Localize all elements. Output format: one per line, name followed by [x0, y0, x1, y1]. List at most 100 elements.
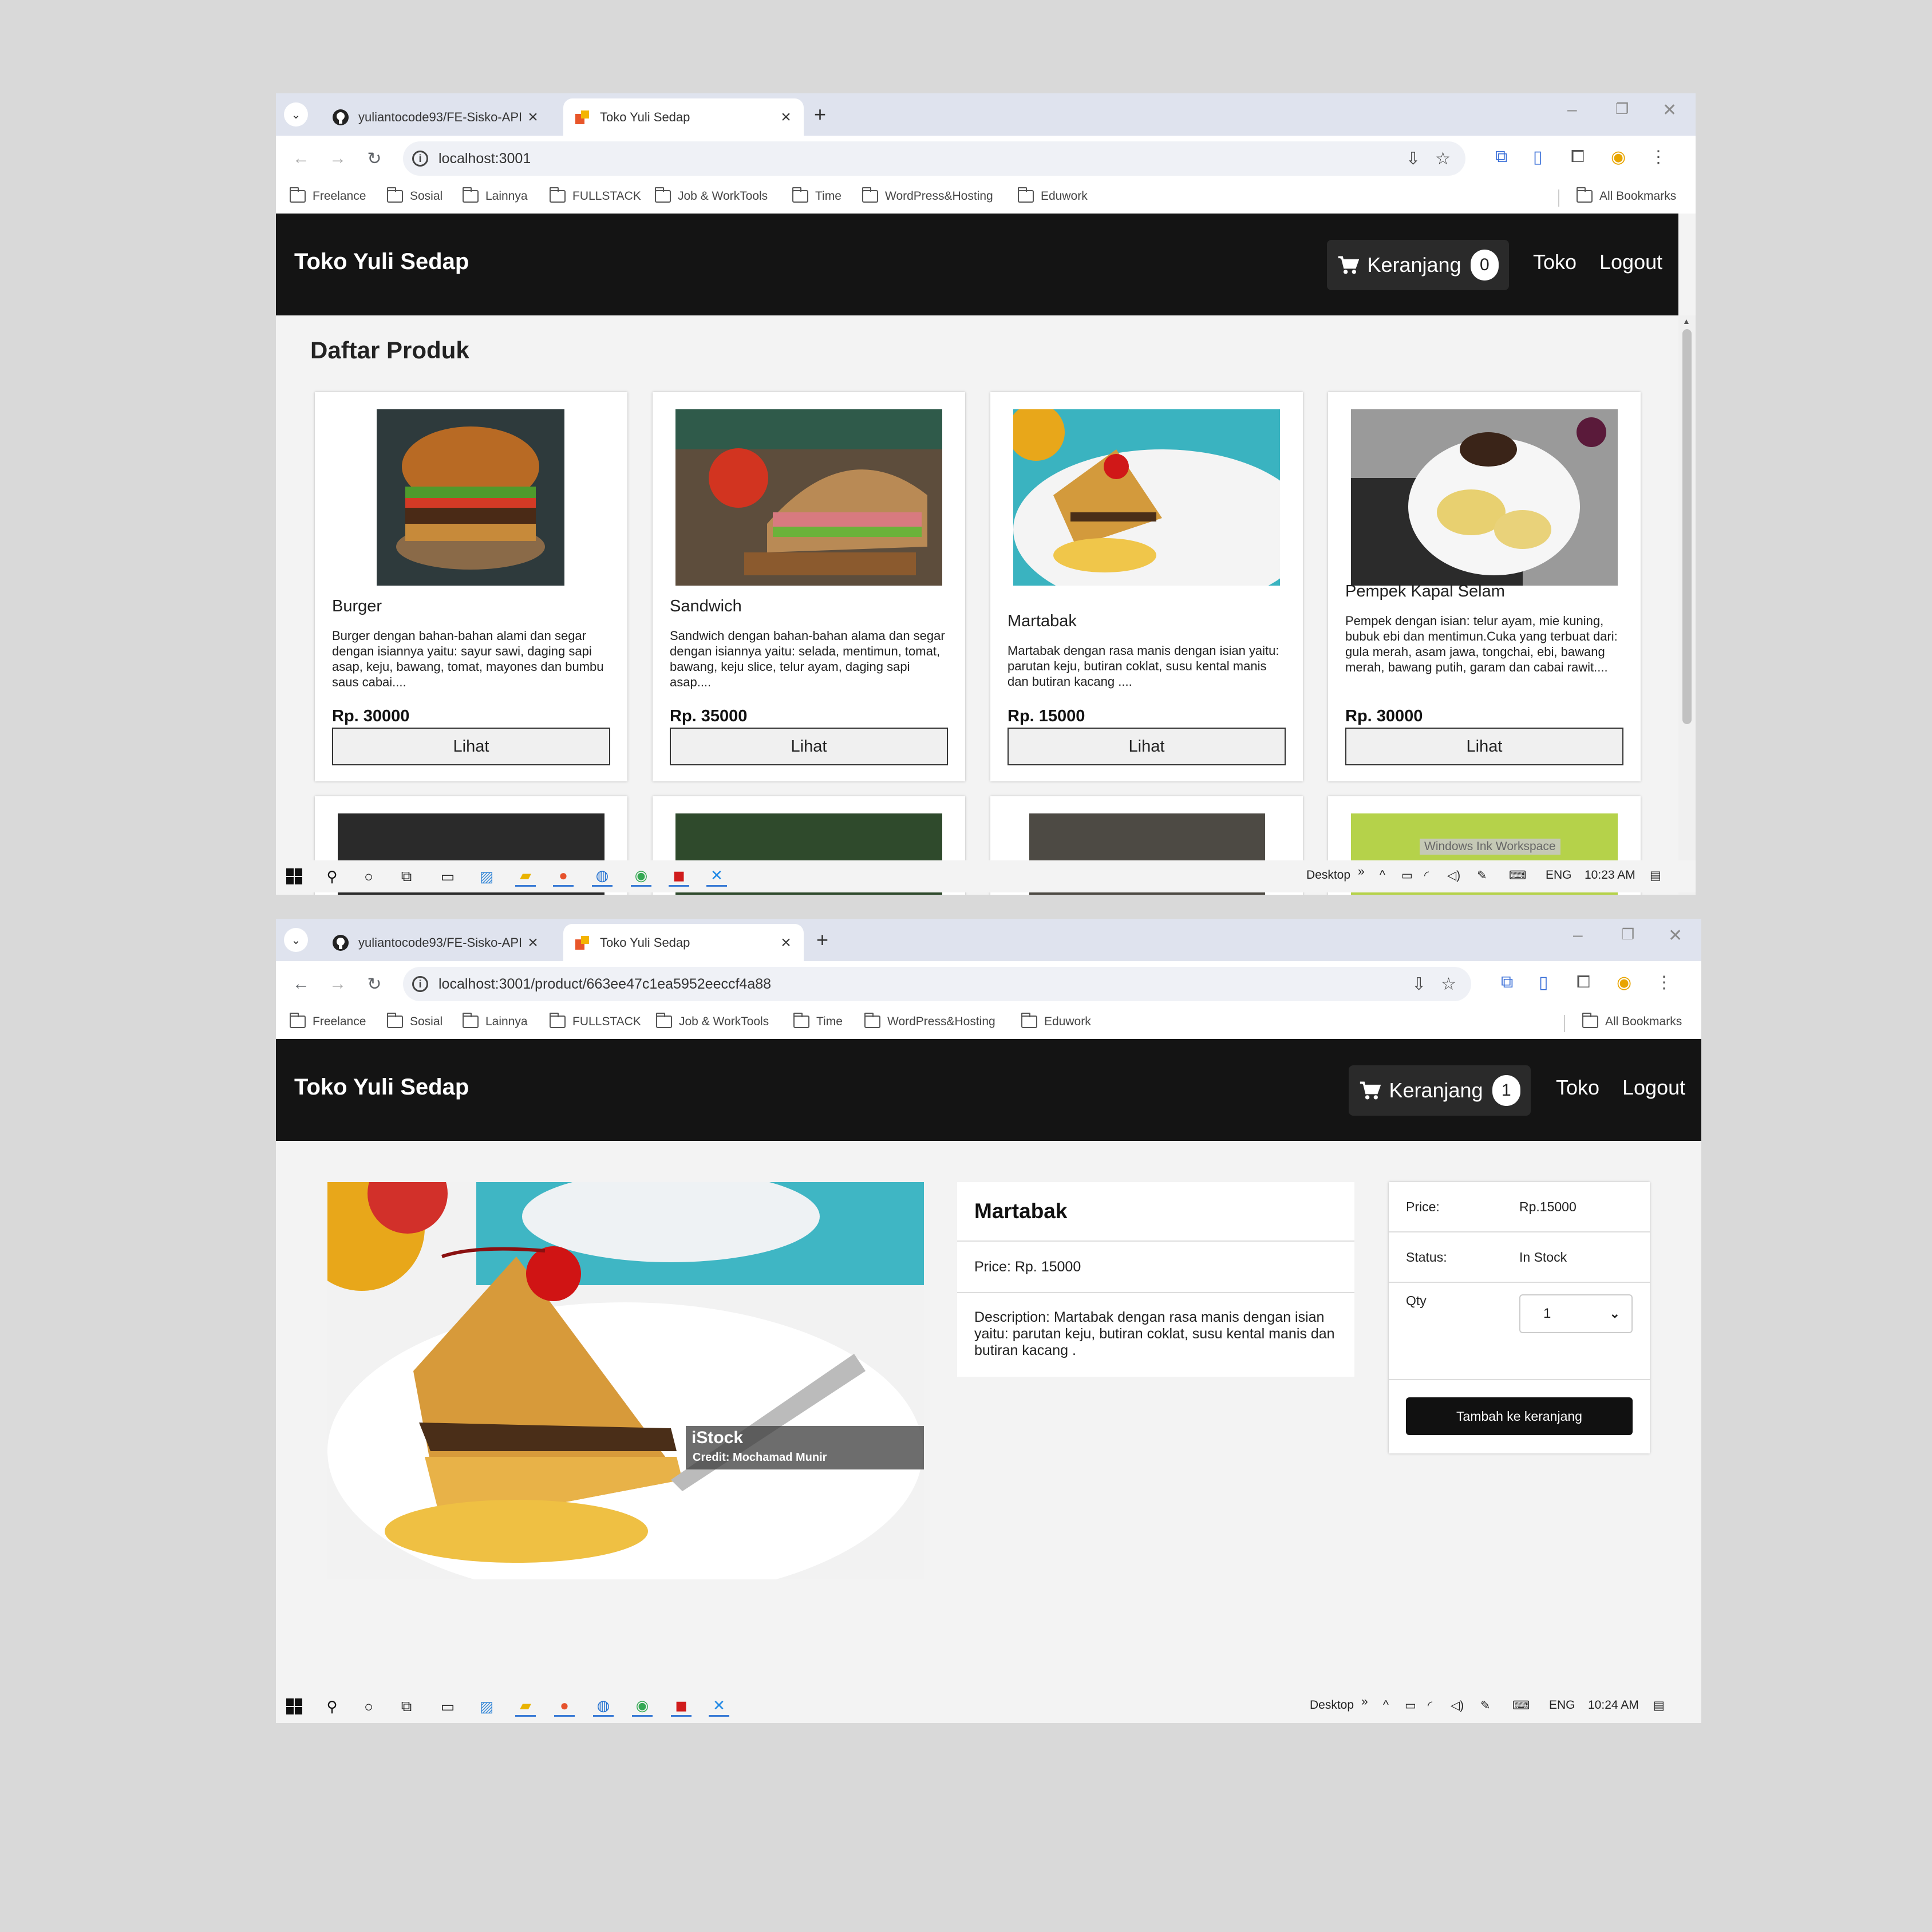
desktop-toolbar-label[interactable]: Desktop: [1310, 1698, 1354, 1712]
windows-start-icon[interactable]: [284, 1696, 305, 1717]
forward-icon[interactable]: →: [325, 146, 350, 171]
notification-icon[interactable]: ▤: [1653, 1698, 1665, 1713]
bookmark-item[interactable]: Eduwork: [1017, 187, 1088, 203]
nav-link-logout[interactable]: Logout: [1622, 1076, 1685, 1100]
close-icon[interactable]: ×: [776, 933, 796, 953]
address-bar[interactable]: i localhost:3001/product/663ee47c1ea5952…: [403, 967, 1471, 1001]
cart-button[interactable]: Keranjang 1: [1349, 1065, 1531, 1116]
profile-icon[interactable]: ◉: [1617, 973, 1631, 993]
language-indicator[interactable]: ENG: [1549, 1698, 1575, 1712]
cart-button[interactable]: Keranjang 0: [1327, 240, 1509, 290]
close-icon[interactable]: ×: [523, 108, 543, 127]
pen-icon[interactable]: ✎: [1480, 1698, 1491, 1713]
tab-github[interactable]: yuliantocode93/FE-Sisko-API ×: [322, 924, 551, 961]
firefox-icon[interactable]: ●: [554, 1696, 575, 1717]
restore-icon[interactable]: ❐: [1615, 100, 1629, 118]
install-app-icon[interactable]: ⇩: [1406, 149, 1420, 169]
tray-chevron-icon[interactable]: ^: [1380, 868, 1385, 882]
nav-link-toko[interactable]: Toko: [1533, 250, 1577, 274]
minimize-icon[interactable]: –: [1573, 926, 1583, 945]
pdf-reader-icon[interactable]: ◼: [671, 1696, 692, 1717]
photos-icon[interactable]: ▨: [476, 866, 497, 887]
window-close-icon[interactable]: ✕: [1662, 100, 1677, 120]
bookmark-item[interactable]: FULLSTACK: [549, 187, 641, 203]
tab-github[interactable]: yuliantocode93/FE-Sisko-API ×: [322, 98, 551, 136]
bookmark-item[interactable]: Freelance: [289, 187, 366, 203]
file-explorer-icon[interactable]: ▰: [515, 866, 536, 887]
language-indicator[interactable]: ENG: [1546, 868, 1572, 882]
window-close-icon[interactable]: ✕: [1668, 926, 1682, 946]
cortana-icon[interactable]: ○: [358, 1696, 379, 1717]
network-icon[interactable]: ◜: [1428, 1698, 1432, 1713]
terminal-icon[interactable]: ▭: [437, 866, 458, 887]
bookmark-item[interactable]: Sosial: [386, 187, 442, 203]
url-text[interactable]: localhost:3001/product/663ee47c1ea5952ee…: [438, 976, 1412, 993]
qty-select[interactable]: 1 ⌄: [1519, 1294, 1633, 1333]
scroll-up-icon[interactable]: ▲: [1682, 317, 1690, 326]
desktop-toolbar-label[interactable]: Desktop: [1306, 868, 1350, 882]
site-info-icon[interactable]: i: [412, 976, 428, 992]
back-icon[interactable]: ←: [289, 971, 314, 997]
notification-icon[interactable]: ▤: [1650, 868, 1661, 883]
add-to-cart-button[interactable]: Tambah ke keranjang: [1406, 1397, 1633, 1435]
windows-start-icon[interactable]: [284, 866, 305, 887]
nav-link-logout[interactable]: Logout: [1599, 250, 1662, 274]
pen-icon[interactable]: ✎: [1477, 868, 1487, 883]
restore-icon[interactable]: ❐: [1621, 926, 1634, 943]
bookmark-item[interactable]: Job & WorkTools: [655, 1013, 769, 1029]
toolbar-expand-icon[interactable]: »: [1358, 865, 1365, 879]
firefox-icon[interactable]: ●: [553, 866, 574, 887]
close-icon[interactable]: ×: [776, 108, 796, 127]
reload-icon[interactable]: ↻: [362, 971, 387, 997]
address-bar[interactable]: i localhost:3001 ⇩ ☆: [403, 141, 1465, 176]
edge-icon[interactable]: ◍: [593, 1696, 614, 1717]
search-icon[interactable]: ⚲: [322, 1696, 342, 1717]
bookmark-item[interactable]: Time: [792, 187, 841, 203]
pdf-reader-icon[interactable]: ◼: [669, 866, 689, 887]
page-scrollbar[interactable]: ▲ ▼: [1678, 315, 1696, 895]
minimize-icon[interactable]: –: [1567, 100, 1577, 120]
lihat-button[interactable]: Lihat: [670, 728, 948, 765]
cortana-icon[interactable]: ○: [358, 866, 379, 887]
nav-link-toko[interactable]: Toko: [1556, 1076, 1599, 1100]
bookmark-star-icon[interactable]: ☆: [1441, 974, 1456, 994]
translate-icon[interactable]: ⧉: [1501, 973, 1513, 992]
reload-icon[interactable]: ↻: [362, 146, 387, 171]
bookmark-item[interactable]: Eduwork: [1021, 1013, 1091, 1029]
clock[interactable]: 10:23 AM: [1585, 868, 1635, 882]
photos-icon[interactable]: ▨: [476, 1696, 497, 1717]
tab-toko[interactable]: Toko Yuli Sedap ×: [563, 98, 804, 136]
profile-icon[interactable]: ◉: [1611, 147, 1626, 167]
terminal-icon[interactable]: ▭: [437, 1696, 458, 1717]
scrollbar-thumb[interactable]: [1682, 329, 1692, 724]
url-text[interactable]: localhost:3001: [438, 151, 1406, 167]
brand-title[interactable]: Toko Yuli Sedap: [294, 249, 469, 275]
task-view-icon[interactable]: ⧉: [396, 1696, 417, 1717]
file-explorer-icon[interactable]: ▰: [515, 1696, 536, 1717]
all-bookmarks[interactable]: All Bookmarks: [1576, 187, 1676, 203]
translate-icon[interactable]: ⧉: [1495, 147, 1507, 167]
keyboard-icon[interactable]: ⌨: [1509, 868, 1526, 883]
lihat-button[interactable]: Lihat: [1345, 728, 1623, 765]
search-icon[interactable]: ⚲: [322, 866, 342, 887]
tab-toko[interactable]: Toko Yuli Sedap ×: [563, 924, 804, 961]
puzzle-icon[interactable]: ⧠: [1577, 973, 1590, 992]
extension-icon[interactable]: ▯: [1533, 147, 1543, 167]
volume-icon[interactable]: ◁): [1447, 868, 1460, 883]
all-bookmarks[interactable]: All Bookmarks: [1582, 1013, 1682, 1029]
bookmark-item[interactable]: Sosial: [386, 1013, 442, 1029]
clock[interactable]: 10:24 AM: [1588, 1698, 1639, 1712]
puzzle-icon[interactable]: ⧠: [1571, 147, 1585, 167]
toolbar-expand-icon[interactable]: »: [1361, 1695, 1368, 1709]
bookmark-item[interactable]: Lainnya: [462, 187, 528, 203]
new-tab-icon[interactable]: +: [816, 928, 828, 952]
bookmark-item[interactable]: Job & WorkTools: [654, 187, 768, 203]
keyboard-icon[interactable]: ⌨: [1512, 1698, 1530, 1713]
tray-chevron-icon[interactable]: ^: [1383, 1698, 1389, 1712]
lihat-button[interactable]: Lihat: [1008, 728, 1286, 765]
bookmark-item[interactable]: Lainnya: [462, 1013, 528, 1029]
back-icon[interactable]: ←: [289, 146, 314, 171]
menu-icon[interactable]: ⋮: [1650, 147, 1667, 167]
forward-icon[interactable]: →: [325, 971, 350, 997]
vscode-icon[interactable]: ✕: [706, 866, 727, 887]
